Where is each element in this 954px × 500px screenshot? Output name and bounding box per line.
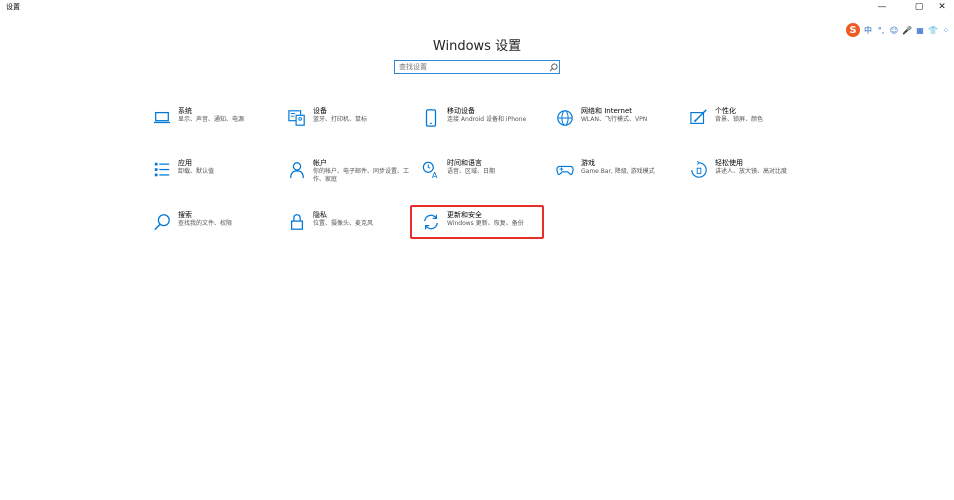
category-privacy[interactable]: 隐私 位置、摄像头、麦克风 [287, 210, 419, 244]
app-title: 设置 [6, 3, 20, 11]
category-desc: 蓝牙、打印机、鼠标 [313, 116, 368, 123]
maximize-button[interactable]: ▢ [907, 0, 931, 14]
category-desc: 语音、区域、日期 [447, 168, 496, 175]
category-desc: Game Bar, 降级, 游戏模式 [581, 168, 655, 175]
svg-text:A: A [432, 170, 438, 179]
category-desc: 查找我的文件、权限 [178, 220, 233, 227]
apps-list-icon [152, 160, 172, 180]
page-title: Windows 设置 [432, 38, 522, 54]
minimize-button[interactable]: — [870, 0, 894, 14]
category-ease-of-access[interactable]: 轻松使用 讲述人、放大镜、高对比度 [689, 158, 821, 192]
ime-emoji-icon[interactable]: ☺ [889, 26, 899, 35]
category-desc: 你的帐户、电子邮件、同步设置、工作、家庭 [313, 168, 410, 183]
ime-toolbox-icon[interactable]: ⁘ [941, 26, 951, 35]
category-name: 搜索 [178, 211, 192, 219]
category-desc: 卸载、默认值 [178, 168, 215, 175]
brush-icon [689, 108, 709, 128]
category-desc: 连接 Android 设备和 iPhone [447, 116, 527, 123]
category-name: 应用 [178, 159, 192, 167]
category-gaming[interactable]: 游戏 Game Bar, 降级, 游戏模式 [555, 158, 687, 192]
category-time-language[interactable]: A 时间和语言 语音、区域、日期 [421, 158, 553, 192]
category-name: 网络和 Internet [581, 107, 633, 115]
search-input[interactable] [395, 61, 547, 73]
ime-skin-icon[interactable]: 👕 [928, 26, 938, 35]
category-name: 游戏 [581, 159, 595, 167]
gamepad-icon [555, 160, 575, 180]
category-name: 个性化 [715, 107, 736, 115]
ime-keyboard-icon[interactable]: ▦ [915, 26, 925, 35]
category-name: 帐户 [313, 159, 327, 167]
category-name: 时间和语言 [447, 159, 482, 167]
ease-of-access-icon [689, 160, 709, 180]
category-desc: 显示、声音、通知、电源 [178, 116, 245, 123]
time-language-icon: A [421, 160, 441, 180]
close-button[interactable]: ✕ [930, 0, 954, 14]
keyboard-icon [287, 108, 307, 128]
person-icon [287, 160, 307, 180]
category-system[interactable]: 系统 显示、声音、通知、电源 [152, 106, 284, 140]
category-desc: 讲述人、放大镜、高对比度 [715, 168, 788, 175]
category-devices[interactable]: 设备 蓝牙、打印机、鼠标 [287, 106, 419, 140]
category-name: 移动设备 [447, 107, 475, 115]
ime-microphone-icon[interactable]: 🎤 [902, 26, 912, 35]
search-icon[interactable] [547, 61, 559, 73]
update-security-highlight [410, 205, 544, 239]
laptop-icon [152, 108, 172, 128]
lock-icon [287, 212, 307, 232]
category-network[interactable]: 网络和 Internet WLAN、飞行模式、VPN [555, 106, 687, 140]
category-name: 设备 [313, 107, 327, 115]
globe-icon [555, 108, 575, 128]
category-desc: WLAN、飞行模式、VPN [581, 116, 648, 123]
category-desc: 背景、锁屏、颜色 [715, 116, 764, 123]
category-name: 系统 [178, 107, 192, 115]
category-personalization[interactable]: 个性化 背景、锁屏、颜色 [689, 106, 821, 140]
title-bar: 设置 — ▢ ✕ [0, 0, 954, 14]
category-name: 轻松使用 [715, 159, 743, 167]
category-name: 隐私 [313, 211, 327, 219]
category-accounts[interactable]: 帐户 你的帐户、电子邮件、同步设置、工作、家庭 [287, 158, 419, 192]
category-apps[interactable]: 应用 卸载、默认值 [152, 158, 284, 192]
category-search[interactable]: 搜索 查找我的文件、权限 [152, 210, 284, 244]
phone-icon [421, 108, 441, 128]
category-desc: 位置、摄像头、麦克风 [313, 220, 374, 227]
category-phone[interactable]: 移动设备 连接 Android 设备和 iPhone [421, 106, 553, 140]
search-box[interactable] [394, 60, 560, 74]
ime-punctuation-icon[interactable]: °, [876, 26, 886, 35]
search-icon [152, 212, 172, 232]
